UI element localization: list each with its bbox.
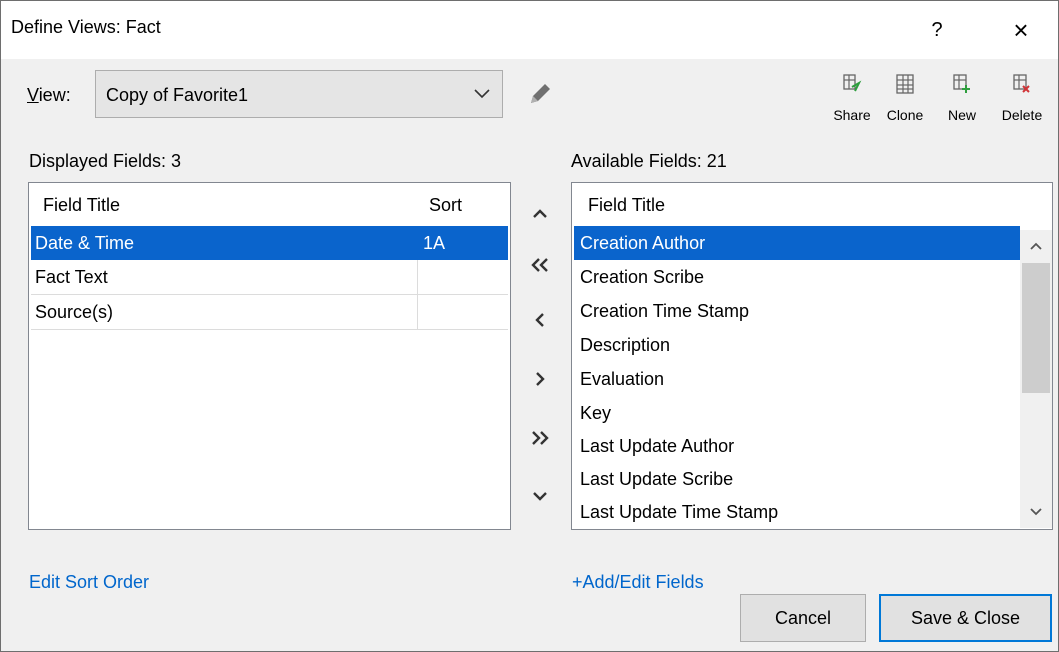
list-item[interactable]: Last Update Time Stamp	[574, 495, 1020, 529]
table-row[interactable]: Date & Time 1A	[31, 226, 508, 260]
new-button[interactable]: New	[942, 73, 982, 123]
field-name: Creation Time Stamp	[580, 301, 750, 321]
cancel-button[interactable]: Cancel	[740, 594, 866, 642]
view-label-rest: iew:	[38, 85, 71, 105]
move-all-left-icon[interactable]	[523, 248, 557, 282]
clone-label: Clone	[886, 107, 924, 123]
share-button[interactable]: Share	[833, 73, 871, 123]
field-title-cell: Source(s)	[35, 302, 114, 322]
field-name: Evaluation	[580, 369, 665, 389]
field-name: Key	[580, 403, 612, 423]
list-item[interactable]: Last Update Author	[574, 429, 1020, 463]
new-icon	[953, 74, 970, 93]
scrollbar-thumb[interactable]	[1022, 263, 1050, 393]
field-name: Creation Scribe	[580, 267, 705, 287]
list-item[interactable]: Description	[574, 328, 1020, 362]
column-header-sort[interactable]: Sort	[429, 195, 462, 216]
field-name: Creation Author	[580, 233, 706, 253]
list-item[interactable]: Creation Author	[574, 226, 1020, 260]
column-header-field-title[interactable]: Field Title	[588, 195, 665, 216]
table-row[interactable]: Source(s)	[31, 295, 508, 329]
help-button[interactable]: ?	[913, 13, 961, 47]
scroll-up-arrow-icon[interactable]	[1020, 230, 1052, 262]
close-button[interactable]: ×	[991, 11, 1051, 49]
column-header-field-title[interactable]: Field Title	[43, 195, 120, 216]
displayed-fields-label: Displayed Fields: 3	[29, 151, 182, 171]
move-left-icon[interactable]	[523, 303, 557, 337]
delete-icon	[1013, 74, 1030, 93]
displayed-fields-list[interactable]: Field Title Sort Date & Time 1A Fact Tex…	[28, 182, 511, 530]
view-label-accesskey: V	[27, 85, 39, 105]
define-views-dialog: Define Views: Fact ? × View: Copy of Fav…	[0, 0, 1059, 652]
chevron-down-icon	[474, 89, 490, 99]
share-icon	[843, 74, 862, 92]
list-item[interactable]: Creation Scribe	[574, 260, 1020, 294]
clone-icon	[896, 74, 914, 94]
list-item[interactable]: Last Update Scribe	[574, 462, 1020, 496]
field-title-cell: Date & Time	[35, 233, 135, 253]
list-item[interactable]: Key	[574, 396, 1020, 430]
field-name: Last Update Scribe	[580, 469, 734, 489]
field-name: Last Update Time Stamp	[580, 502, 779, 522]
edit-sort-order-link[interactable]: Edit Sort Order	[29, 572, 149, 593]
delete-button[interactable]: Delete	[992, 73, 1052, 123]
new-label: New	[947, 107, 976, 123]
title-bar: Define Views: Fact ? ×	[1, 1, 1058, 59]
field-title-cell: Fact Text	[35, 267, 108, 287]
sort-cell: 1A	[423, 233, 446, 253]
list-item[interactable]: Creation Time Stamp	[574, 294, 1020, 328]
available-fields-label: Available Fields: 21	[571, 151, 727, 171]
save-and-close-button[interactable]: Save & Close	[879, 594, 1052, 642]
move-right-icon[interactable]	[523, 362, 557, 396]
view-dropdown-value: Copy of Favorite1	[106, 85, 249, 105]
add-edit-fields-link[interactable]: +Add/Edit Fields	[572, 572, 704, 593]
row-divider	[31, 329, 508, 330]
move-down-icon[interactable]	[523, 479, 557, 513]
move-all-right-icon[interactable]	[523, 421, 557, 455]
rename-view-pencil-icon[interactable]	[527, 81, 553, 107]
field-name: Description	[580, 335, 671, 355]
view-dropdown[interactable]: Copy of Favorite1	[95, 70, 503, 118]
scroll-down-arrow-icon[interactable]	[1020, 496, 1052, 528]
clone-button[interactable]: Clone	[881, 73, 929, 123]
dialog-title: Define Views: Fact	[11, 17, 161, 37]
move-up-icon[interactable]	[523, 197, 557, 231]
table-row[interactable]: Fact Text	[31, 260, 508, 294]
vertical-scrollbar[interactable]	[1020, 230, 1052, 528]
view-label: View:	[27, 85, 71, 106]
field-name: Last Update Author	[580, 436, 735, 456]
list-item[interactable]: Evaluation	[574, 362, 1020, 396]
available-fields-list[interactable]: Field Title Creation Author Creation Scr…	[571, 182, 1053, 530]
delete-label: Delete	[1001, 107, 1043, 123]
share-label: Share	[833, 107, 871, 123]
